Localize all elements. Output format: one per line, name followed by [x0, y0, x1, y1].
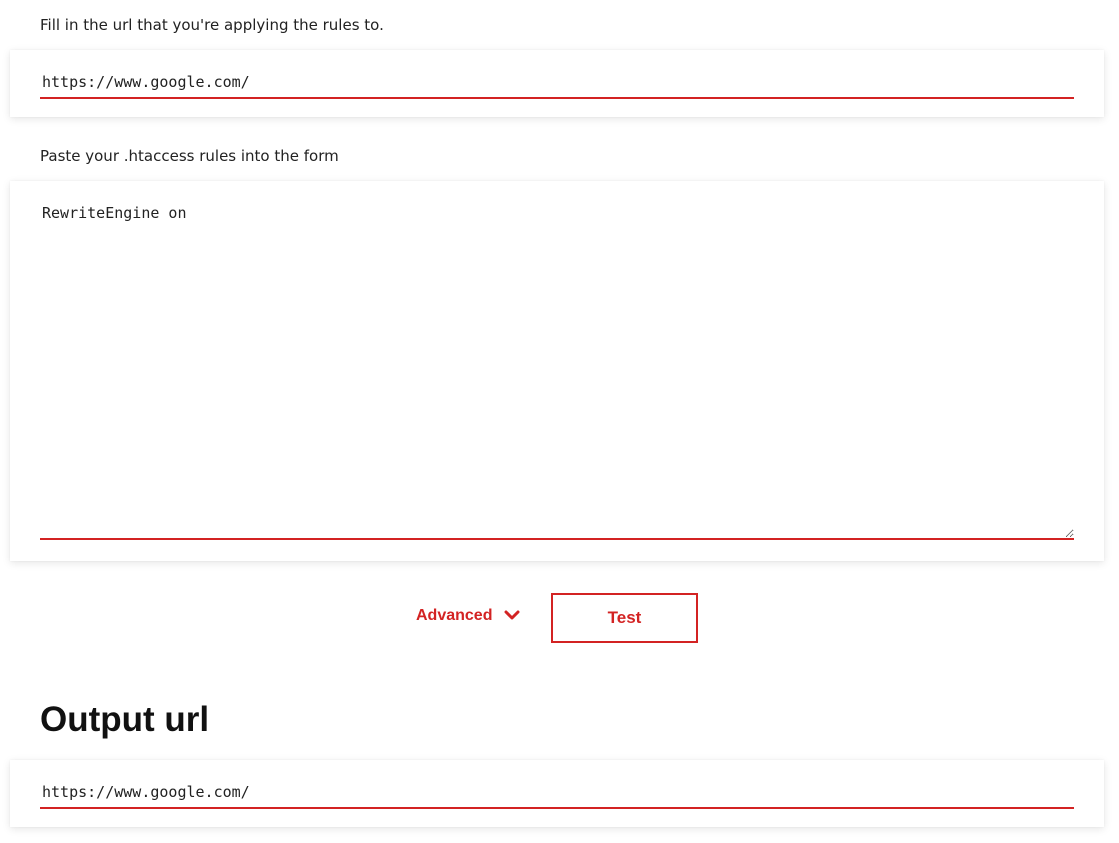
url-input[interactable]: [40, 66, 1074, 99]
rules-textarea[interactable]: RewriteEngine on: [40, 203, 1074, 540]
test-button[interactable]: Test: [551, 593, 698, 643]
output-url-field[interactable]: [40, 776, 1074, 809]
output-card: [10, 760, 1104, 827]
rules-field-label: Paste your .htaccess rules into the form: [40, 147, 339, 165]
advanced-label: Advanced: [416, 607, 493, 624]
action-bar: Advanced Test: [0, 593, 1119, 643]
output-heading: Output url: [40, 700, 210, 739]
url-field-label: Fill in the url that you're applying the…: [40, 16, 384, 34]
htaccess-tester-page: Fill in the url that you're applying the…: [0, 0, 1119, 843]
rules-card: RewriteEngine on: [10, 181, 1104, 561]
url-card: [10, 50, 1104, 117]
advanced-toggle[interactable]: Advanced: [416, 607, 520, 625]
chevron-down-icon: [504, 610, 520, 620]
